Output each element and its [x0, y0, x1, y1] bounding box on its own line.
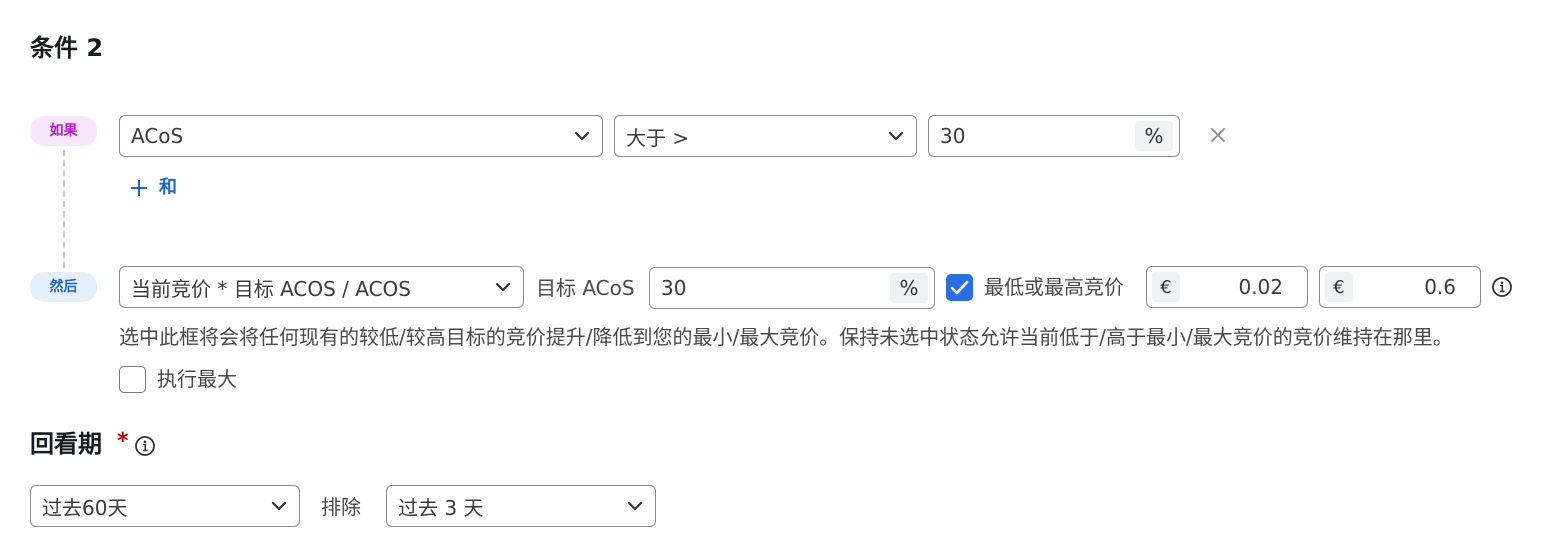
- exclude-period-select[interactable]: 过去 3 天: [386, 485, 656, 527]
- currency-prefix: €: [1325, 272, 1353, 302]
- min-bid-value: 0.02: [1238, 275, 1283, 299]
- max-bid-value: 0.6: [1424, 275, 1456, 299]
- lookback-info-button[interactable]: [134, 435, 156, 457]
- if-then-connector: [63, 150, 65, 268]
- minmax-bid-label: 最低或最高竞价: [984, 275, 1124, 299]
- target-acos-value: 30: [661, 276, 687, 300]
- required-mark: *: [117, 429, 129, 454]
- operator-select-value: 大于 >: [626, 125, 690, 150]
- enforce-max-label: 执行最大: [157, 367, 237, 391]
- if-badge: 如果: [30, 116, 97, 146]
- minmax-info-button[interactable]: [1491, 276, 1513, 298]
- add-and-condition-button[interactable]: 和: [129, 176, 177, 200]
- chevron-down-icon: [888, 131, 904, 141]
- lookback-period-select[interactable]: 过去60天: [30, 485, 300, 527]
- currency-prefix: €: [1152, 272, 1180, 302]
- check-icon: [950, 280, 969, 295]
- target-acos-input[interactable]: 30 %: [649, 267, 935, 309]
- minmax-description: 选中此框将会将任何现有的较低/较高目标的竞价提升/降低到您的最小/最大竞价。保持…: [119, 325, 1453, 349]
- chevron-down-icon: [627, 501, 643, 511]
- condition-title: 条件 2: [30, 34, 104, 62]
- add-and-label: 和: [159, 177, 177, 198]
- info-icon: [1492, 277, 1512, 297]
- chevron-down-icon: [574, 131, 590, 141]
- action-select-value: 当前竞价 * 目标 ACOS / ACOS: [131, 276, 411, 301]
- exclude-period-value: 过去 3 天: [398, 495, 484, 520]
- percent-suffix: %: [1135, 121, 1173, 151]
- plus-icon: [131, 180, 147, 196]
- metric-select[interactable]: ACoS: [119, 115, 603, 157]
- info-icon: [135, 436, 155, 456]
- remove-condition-button[interactable]: [1207, 124, 1229, 146]
- then-badge: 然后: [30, 272, 97, 302]
- threshold-input[interactable]: 30 %: [928, 115, 1180, 157]
- target-acos-label: 目标 ACoS: [536, 276, 635, 300]
- enforce-max-checkbox[interactable]: [119, 366, 146, 393]
- lookback-title: 回看期: [30, 430, 102, 458]
- min-bid-input[interactable]: € 0.02: [1146, 266, 1308, 308]
- action-select[interactable]: 当前竞价 * 目标 ACOS / ACOS: [119, 266, 524, 308]
- chevron-down-icon: [495, 282, 511, 292]
- minmax-bid-checkbox[interactable]: [946, 274, 973, 301]
- percent-suffix: %: [890, 273, 928, 303]
- threshold-input-value: 30: [940, 124, 966, 148]
- metric-select-value: ACoS: [131, 124, 184, 148]
- operator-select[interactable]: 大于 >: [614, 115, 917, 157]
- max-bid-input[interactable]: € 0.6: [1319, 266, 1481, 308]
- close-icon: [1211, 128, 1225, 142]
- exclude-label: 排除: [321, 495, 361, 519]
- lookback-period-value: 过去60天: [42, 495, 128, 520]
- chevron-down-icon: [271, 501, 287, 511]
